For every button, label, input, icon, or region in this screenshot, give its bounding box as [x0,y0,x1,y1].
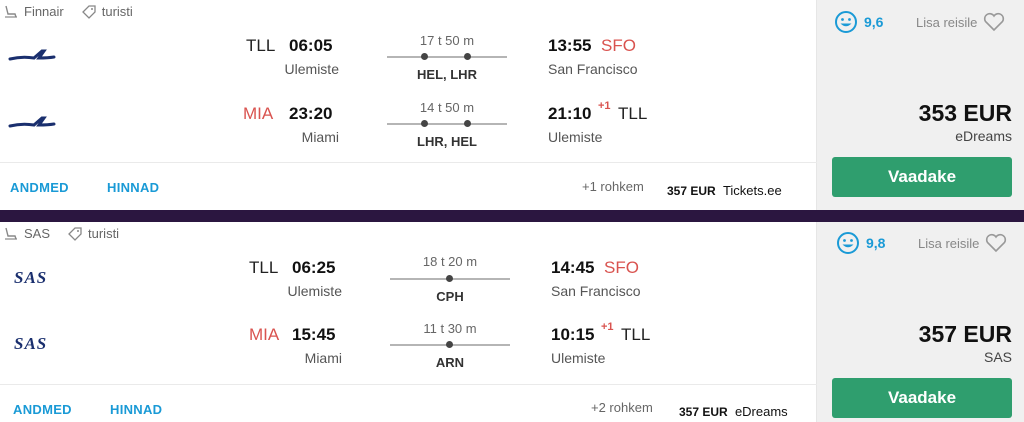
seat-icon [4,5,18,19]
destination-place: San Francisco [548,61,638,77]
price: 357 EUR [918,321,1012,347]
add-to-trip-label: Lisa reisile [918,235,980,251]
result-card: SAS turisti SAS TLL 06:25 Ulemiste 18 t … [0,222,1024,422]
price-panel: 9,6 Lisa reisile 353 EUR eDreams Vaadake [817,0,1024,210]
provider: SAS [983,349,1012,365]
duration: 14 t 50 m [419,100,475,115]
stop-dot [421,53,428,60]
destination-place: Ulemiste [551,350,606,366]
rating-value: 9,8 [866,235,886,251]
stop-dot [464,53,471,60]
duration: 17 t 50 m [419,33,475,48]
destination-code: SFO [604,258,639,277]
arrive-time: 21:10 [548,104,592,123]
origin-place: Miami [301,129,339,145]
origin-code: MIA [243,104,274,123]
itinerary-panel: Finnair turisti TLL 06:05 Ulemiste 17 t … [0,0,817,210]
airline-name: Finnair [24,4,64,19]
add-to-trip[interactable]: Lisa reisile [916,12,1005,32]
origin-place: Ulemiste [284,61,339,77]
alt-offer-price: 357 EUR [679,405,728,419]
card-meta: SAS turisti [4,226,119,241]
view-deal-button[interactable]: Vaadake [832,378,1012,418]
smiley-icon [835,11,857,33]
arrive-time: 10:15 [551,325,595,344]
alt-offer-price: 357 EUR [667,184,716,198]
depart-time: 23:20 [289,104,333,123]
alt-offer[interactable]: 357 EUR eDreams [679,404,788,419]
stop-dot [421,120,428,127]
prices-link[interactable]: HINNAD [107,180,159,195]
origin-place: Ulemiste [287,283,342,299]
day-offset-badge: +1 [601,321,614,333]
route-line [387,56,507,58]
sas-logo-icon: SAS [14,268,48,287]
seat-icon [4,227,18,241]
fare-class: turisti [101,4,133,19]
prices-link[interactable]: HINNAD [110,402,162,417]
result-card: Finnair turisti TLL 06:05 Ulemiste 17 t … [0,0,1024,210]
day-offset-badge: +1 [598,100,611,112]
destination-code: TLL [618,104,648,123]
details-link[interactable]: ANDMED [13,402,72,417]
destination-place: Ulemiste [548,129,603,145]
tag-icon [81,4,96,19]
finnair-logo-icon [8,116,56,128]
depart-time: 06:05 [289,36,333,55]
stopovers: LHR, HEL [417,134,477,149]
stop-dot [446,275,453,282]
stopovers: ARN [435,355,465,370]
route-line [387,123,507,125]
origin-place: Miami [304,350,342,366]
sas-logo-icon: SAS [14,334,48,353]
alt-offer-provider: eDreams [734,404,788,419]
more-offers-link[interactable]: +1 rohkem [582,179,644,194]
origin-code: MIA [249,325,280,344]
tag-icon [68,226,82,241]
view-deal-button[interactable]: Vaadake [832,157,1012,197]
price-panel: 9,8 Lisa reisile 357 EUR SAS Vaadake [817,222,1024,422]
price: 353 EUR [918,100,1012,126]
stop-dot [446,341,453,348]
depart-time: 15:45 [292,325,336,344]
heart-icon[interactable] [985,233,1007,253]
smiley-icon [837,232,859,254]
add-to-trip[interactable]: Lisa reisile [918,233,1007,253]
depart-time: 06:25 [292,258,336,277]
finnair-logo-icon [8,49,56,61]
destination-code: TLL [621,325,651,344]
duration: 11 t 30 m [423,321,477,336]
alt-offer-provider: Tickets.ee [722,183,782,198]
details-link[interactable]: ANDMED [10,180,69,195]
divider [0,162,817,163]
stopovers: HEL, LHR [417,67,477,82]
rating-value: 9,6 [864,14,884,30]
origin-code: TLL [249,258,279,277]
heart-icon[interactable] [983,12,1005,32]
add-to-trip-label: Lisa reisile [916,14,978,30]
destination-place: San Francisco [551,283,641,299]
arrive-time: 14:45 [551,258,595,277]
provider: eDreams [955,128,1012,144]
card-meta: Finnair turisti [4,4,133,19]
arrive-time: 13:55 [548,36,592,55]
destination-code: SFO [601,36,636,55]
more-offers-link[interactable]: +2 rohkem [591,400,653,415]
rating: 9,6 [834,10,883,34]
rating: 9,8 [836,231,885,255]
itinerary-panel: SAS turisti SAS TLL 06:25 Ulemiste 18 t … [0,222,817,422]
fare-class: turisti [88,226,120,241]
duration: 18 t 20 m [422,254,478,269]
stop-dot [464,120,471,127]
card-separator [0,210,1024,222]
divider [0,384,817,385]
stopovers: CPH [436,289,464,304]
origin-code: TLL [246,36,276,55]
alt-offer[interactable]: 357 EUR Tickets.ee [667,183,782,198]
airline-name: SAS [24,226,51,241]
